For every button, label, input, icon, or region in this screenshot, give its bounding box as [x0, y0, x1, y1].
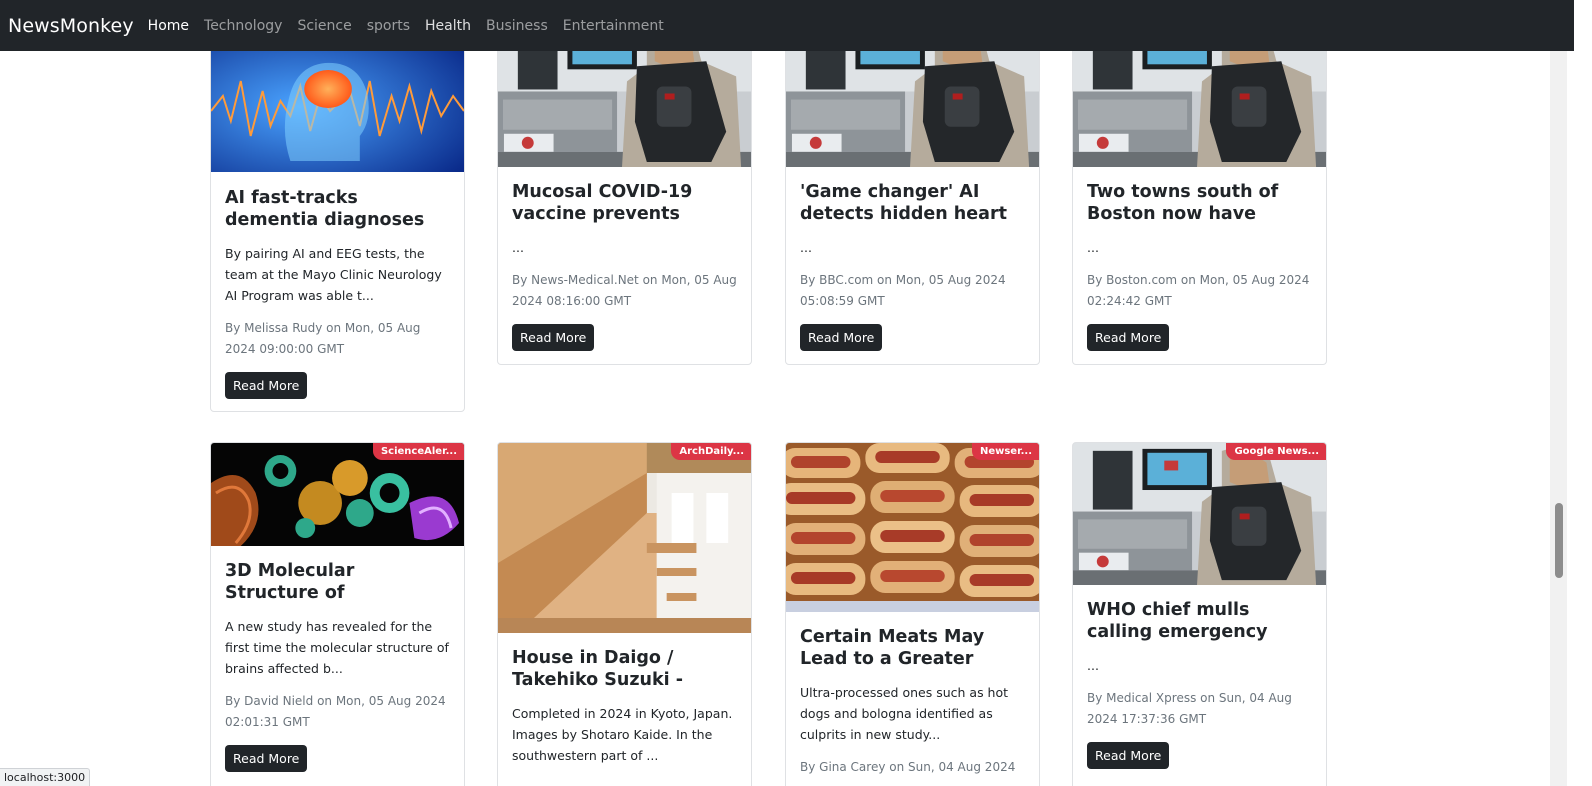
news-card: AI fast-tracks dementia diagnoses by tap… [210, 40, 465, 412]
card-image [211, 41, 464, 172]
wooden-staircase-image [498, 443, 751, 633]
card-image: ArchDaily... [498, 443, 751, 633]
source-badge: Google News... [1226, 443, 1326, 460]
read-more-button[interactable]: Read More [225, 372, 308, 399]
card-meta: By News-Medical.Net on Mon, 05 Aug 2024 … [512, 273, 737, 308]
vertical-scrollbar[interactable] [1550, 0, 1567, 786]
card-meta: By Gina Carey on Sun, 04 Aug 2024 [800, 760, 1016, 774]
airport-screening-image [1073, 443, 1326, 585]
card-meta: By Melissa Rudy on Mon, 05 Aug 2024 09:0… [225, 321, 421, 356]
read-more-button[interactable]: Read More [800, 324, 883, 351]
news-card: Google News... WHO chief mulls calling e… [1072, 442, 1327, 786]
card-description: Ultra-processed ones such as hot dogs an… [800, 685, 1009, 742]
read-more-button[interactable]: Read More [225, 745, 308, 772]
source-badge: ScienceAler... [372, 443, 464, 460]
read-more-button[interactable]: Read More [512, 324, 595, 351]
card-description: ... [1087, 240, 1099, 255]
source-badge: ArchDaily... [671, 443, 751, 460]
brain-waves-image [211, 41, 464, 172]
card-image: ScienceAler... [211, 443, 464, 546]
card-meta: By Boston.com on Mon, 05 Aug 2024 02:24:… [1087, 273, 1310, 308]
news-card: ArchDaily... House in Daigo / Takehiko S… [497, 442, 752, 786]
card-title[interactable]: Mucosal COVID-19 vaccine prevents airbor… [512, 181, 740, 225]
card-title[interactable]: AI fast-tracks dementia diagnoses by tap… [225, 187, 453, 231]
nav-business[interactable]: Business [486, 18, 548, 34]
news-card: ScienceAler... 3D Molecular Structure of… [210, 442, 465, 786]
card-title[interactable]: Two towns south of Boston now have ‘high… [1087, 181, 1315, 225]
card-meta: By Medical Xpress on Sun, 04 Aug 2024 17… [1087, 691, 1292, 726]
card-title[interactable]: WHO chief mulls calling emergency commit… [1087, 599, 1315, 643]
card-description: Completed in 2024 in Kyoto, Japan. Image… [512, 706, 733, 763]
read-more-button[interactable]: Read More [1087, 742, 1170, 769]
nav-health[interactable]: Health [425, 18, 471, 34]
news-card: 'Game changer' AI detects hidden heart a… [785, 20, 1040, 365]
news-card: Two towns south of Boston now have ‘high… [1072, 20, 1327, 365]
hot-dogs-image [786, 443, 1039, 612]
news-card: Newser... Certain Meats May Lead to a Gr… [785, 442, 1040, 786]
card-title[interactable]: 3D Molecular Structure of Alzheimer's Br… [225, 560, 453, 604]
source-badge: Newser... [971, 443, 1039, 460]
card-title[interactable]: Certain Meats May Lead to a Greater Deme… [800, 626, 1028, 670]
card-image: Newser... [786, 443, 1039, 612]
card-title[interactable]: House in Daigo / Takehiko Suzuki - ArchD… [512, 647, 740, 691]
scrollbar-thumb[interactable] [1555, 503, 1563, 578]
nav-sports[interactable]: sports [367, 18, 410, 34]
navbar: NewsMonkey Home Technology Science sport… [0, 0, 1574, 51]
nav-science[interactable]: Science [297, 18, 351, 34]
read-more-button[interactable]: Read More [1087, 324, 1170, 351]
news-card: Mucosal COVID-19 vaccine prevents airbor… [497, 20, 752, 365]
card-description: A new study has revealed for the first t… [225, 619, 449, 676]
card-description: ... [512, 240, 524, 255]
status-bar-url: localhost:3000 [0, 768, 91, 786]
card-title[interactable]: 'Game changer' AI detects hidden heart a… [800, 181, 1028, 225]
nav-technology[interactable]: Technology [204, 18, 282, 34]
card-description: ... [1087, 658, 1099, 673]
nav-home[interactable]: Home [148, 18, 189, 34]
nav-entertainment[interactable]: Entertainment [563, 18, 664, 34]
card-meta: By BBC.com on Mon, 05 Aug 2024 05:08:59 … [800, 273, 1006, 308]
card-image: Google News... [1073, 443, 1326, 585]
card-description: ... [800, 240, 812, 255]
card-meta: By David Nield on Mon, 05 Aug 2024 02:01… [225, 694, 446, 729]
brand-logo[interactable]: NewsMonkey [8, 15, 134, 37]
card-description: By pairing AI and EEG tests, the team at… [225, 246, 442, 303]
